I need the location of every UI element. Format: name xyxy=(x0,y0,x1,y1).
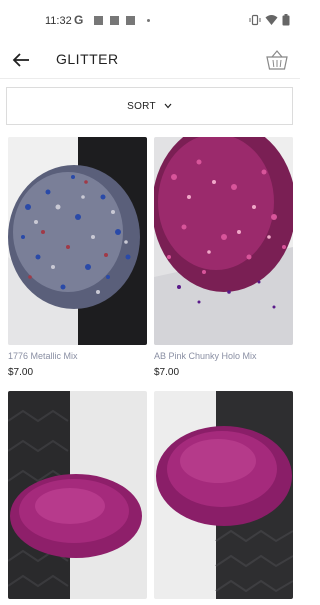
basket-icon[interactable] xyxy=(264,47,290,73)
product-price: $7.00 xyxy=(8,367,34,378)
glitter-image xyxy=(8,137,147,345)
glitter-image xyxy=(154,137,293,345)
product-price: $7.00 xyxy=(154,367,180,378)
product-name[interactable]: AB Pink Chunky Holo Mix xyxy=(154,351,293,361)
product-image[interactable] xyxy=(8,391,147,599)
notification-icon xyxy=(110,16,119,25)
arrow-left-icon[interactable] xyxy=(10,49,32,71)
product-image[interactable] xyxy=(154,391,293,599)
glitter-image xyxy=(154,391,293,599)
product-card[interactable]: AB Pink Chunky Holo Mix $7.00 xyxy=(154,137,293,378)
product-card[interactable] xyxy=(8,391,147,605)
status-bar: 11:32 G xyxy=(0,0,300,44)
status-icons xyxy=(249,14,290,26)
vibrate-icon xyxy=(249,14,261,26)
notification-icon xyxy=(126,16,135,25)
product-image[interactable] xyxy=(8,137,147,345)
more-notifications-icon xyxy=(147,19,150,22)
product-card[interactable] xyxy=(154,391,293,605)
chevron-down-icon xyxy=(164,103,172,109)
google-icon: G xyxy=(74,13,84,27)
wifi-icon xyxy=(265,15,278,25)
product-image[interactable] xyxy=(154,137,293,345)
product-card[interactable]: 1776 Metallic Mix $7.00 xyxy=(8,137,147,378)
app-bar: GLITTER xyxy=(0,44,300,79)
status-time: 11:32 xyxy=(45,15,72,27)
sort-label: SORT xyxy=(127,100,156,112)
notification-icon xyxy=(94,16,103,25)
page-title: GLITTER xyxy=(56,51,119,67)
product-name[interactable]: 1776 Metallic Mix xyxy=(8,351,147,361)
glitter-image xyxy=(8,391,147,599)
sort-button[interactable]: SORT xyxy=(6,87,293,125)
battery-icon xyxy=(282,14,290,26)
